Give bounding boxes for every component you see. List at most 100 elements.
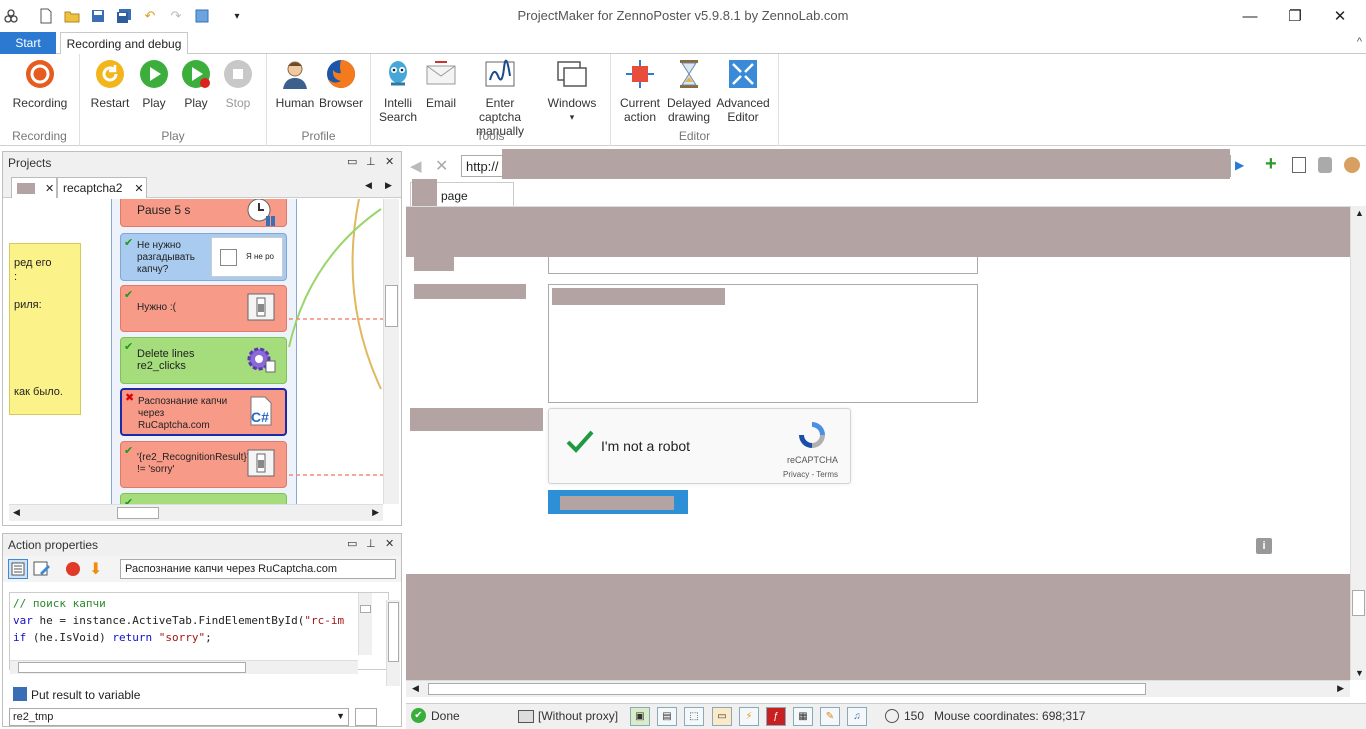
action-block-pause[interactable]: Pause 5 s <box>120 199 287 227</box>
stop-loading-icon[interactable]: ✕ <box>435 156 448 176</box>
maximize-panel-icon[interactable]: ▭ <box>347 155 357 168</box>
enter-captcha-button[interactable]: Enter captcha manually <box>463 58 537 138</box>
code-horizontal-scrollbar[interactable] <box>10 660 358 674</box>
submit-button[interactable] <box>548 490 688 514</box>
sound-toggle-icon[interactable]: ♫ <box>847 707 867 726</box>
project-tab-recaptcha2[interactable]: recaptcha2 ✕ <box>57 177 147 198</box>
select-toggle-icon[interactable]: ⬚ <box>684 707 704 726</box>
put-result-checkbox[interactable] <box>13 687 27 701</box>
action-name-input[interactable]: Распознание капчи через RuCaptcha.com <box>120 559 396 579</box>
windows-button[interactable]: Windows ▾ <box>545 58 599 124</box>
arrow-down-icon[interactable]: ⬇ <box>89 559 102 579</box>
redacted-tab-title <box>17 182 35 194</box>
scrollbar-thumb[interactable] <box>1352 590 1365 616</box>
canvas-horizontal-scrollbar[interactable]: ◀ ▶ <box>9 504 383 521</box>
cookie-icon[interactable] <box>1344 157 1360 173</box>
minimize-button[interactable]: — <box>1230 4 1270 28</box>
image-toggle-icon[interactable]: ▣ <box>630 707 650 726</box>
page-vertical-scrollbar[interactable]: ▲ ▼ <box>1350 206 1366 680</box>
email-icon <box>425 58 457 90</box>
scrollbar-thumb[interactable] <box>117 507 159 519</box>
recaptcha-links[interactable]: Privacy - Terms <box>783 470 838 479</box>
project-tab-hidden[interactable]: ✕ <box>11 177 57 198</box>
go-arrow-icon[interactable]: ▶ <box>1235 158 1244 172</box>
properties-view-icon[interactable] <box>8 559 28 579</box>
database-icon[interactable] <box>1318 157 1332 173</box>
status-proxy[interactable]: [Without proxy] <box>538 709 618 723</box>
browser-button[interactable]: Browser <box>317 58 365 110</box>
maximize-panel-icon[interactable]: ▭ <box>347 537 357 550</box>
scrollbar-thumb[interactable] <box>18 662 246 673</box>
human-button[interactable]: Human <box>273 58 317 110</box>
scroll-up-icon[interactable]: ▲ <box>1355 208 1364 218</box>
delayed-drawing-button[interactable]: Delayed drawing <box>665 58 713 124</box>
scroll-right-icon[interactable]: ▶ <box>1337 683 1344 694</box>
code-text: (he.IsVoid) <box>26 631 113 644</box>
edit-icon[interactable] <box>33 560 51 578</box>
email-button[interactable]: Email <box>423 58 459 110</box>
css-toggle-icon[interactable]: ▭ <box>712 707 732 726</box>
scrollbar-thumb[interactable] <box>360 605 371 613</box>
scroll-right-icon[interactable]: ▶ <box>372 507 379 518</box>
code-vertical-scrollbar[interactable] <box>358 593 372 655</box>
recording-button[interactable]: Recording <box>8 58 72 110</box>
variable-select[interactable]: re2_tmp ▼ <box>9 708 349 726</box>
scrollbar-thumb[interactable] <box>385 285 398 327</box>
code-editor[interactable]: // поиск капчи var he = instance.ActiveT… <box>9 592 389 670</box>
canvas-vertical-scrollbar[interactable] <box>383 199 399 504</box>
properties-vertical-scrollbar[interactable] <box>386 600 400 686</box>
scroll-left-icon[interactable]: ◀ <box>13 507 20 518</box>
advanced-editor-button[interactable]: Advanced Editor <box>715 58 771 124</box>
breakpoint-icon[interactable] <box>66 562 80 576</box>
tab-recording-and-debug[interactable]: Recording and debug <box>60 32 188 55</box>
intelli-search-button[interactable]: Intelli Search <box>375 58 421 124</box>
pin-panel-icon[interactable]: ⊥ <box>366 155 376 168</box>
scroll-down-icon[interactable]: ▼ <box>1355 668 1364 678</box>
add-tab-icon[interactable]: + <box>1265 153 1277 176</box>
action-block-delete-lines[interactable]: ✔ Delete lines re2_clicks <box>120 337 287 384</box>
group-recording: Recording Recording <box>0 54 80 146</box>
copy-icon[interactable] <box>355 708 377 726</box>
block-label: Delete lines re2_clicks <box>137 348 195 372</box>
close-tab-icon[interactable]: ✕ <box>45 182 54 195</box>
page-horizontal-scrollbar[interactable]: ◀ ▶ <box>406 680 1350 697</box>
action-block-condition[interactable]: ✔ '{re2_RecognitionResult}' != 'sorry' <box>120 441 287 488</box>
current-action-button[interactable]: Current action <box>617 58 663 124</box>
tab-scroll-right-icon[interactable]: ▶ <box>385 180 392 191</box>
scrollbar-thumb[interactable] <box>428 683 1146 695</box>
scrollbar-thumb[interactable] <box>388 602 399 662</box>
ribbon-collapse-icon[interactable]: ^ <box>1357 36 1362 48</box>
stop-button[interactable]: Stop <box>218 58 258 110</box>
action-block-no-need[interactable]: ✔ Не нужно разгадывать капчу? Я не ро <box>120 233 287 281</box>
flash-toggle-icon[interactable]: ƒ <box>766 707 786 726</box>
close-tab-icon[interactable]: ✕ <box>134 182 143 195</box>
pin-panel-icon[interactable]: ⊥ <box>366 537 376 550</box>
restart-button[interactable]: Restart <box>88 58 132 110</box>
frame-toggle-icon[interactable]: ▤ <box>657 707 677 726</box>
close-panel-icon[interactable]: ✕ <box>385 155 394 168</box>
close-panel-icon[interactable]: ✕ <box>385 537 394 550</box>
action-block-recognition[interactable]: ✖ Распознание капчи через RuCaptcha.com … <box>120 388 287 436</box>
javascript-toggle-icon[interactable]: ⚡ <box>739 707 759 726</box>
stop-label: Stop <box>225 96 251 110</box>
proxy-icon[interactable] <box>518 710 534 723</box>
play-button[interactable]: Play <box>134 58 174 110</box>
form-input[interactable] <box>548 257 978 274</box>
info-icon[interactable]: i <box>1256 538 1272 554</box>
action-block-next[interactable]: ✔ <box>120 493 287 504</box>
project-canvas[interactable]: ред его : риля: как было. Pause 5 s ✔ Не… <box>9 199 383 504</box>
plugin-toggle-icon[interactable]: ✎ <box>820 707 840 726</box>
back-arrow-icon[interactable]: ◀ <box>410 157 422 175</box>
success-check-icon: ✔ <box>124 341 134 353</box>
popup-toggle-icon[interactable]: ▦ <box>793 707 813 726</box>
action-block-need[interactable]: ✔ Нужно :( <box>120 285 287 332</box>
page-source-icon[interactable] <box>1292 157 1306 173</box>
restore-button[interactable]: ❐ <box>1275 4 1315 28</box>
tab-start[interactable]: Start <box>0 32 56 54</box>
close-window-button[interactable]: ✕ <box>1320 4 1360 28</box>
tab-scroll-left-icon[interactable]: ◀ <box>365 180 372 191</box>
recaptcha-checkmark-icon[interactable] <box>565 429 595 458</box>
scroll-left-icon[interactable]: ◀ <box>412 683 419 694</box>
variable-value: re2_tmp <box>13 711 54 723</box>
play-step-button[interactable]: Play <box>176 58 216 110</box>
